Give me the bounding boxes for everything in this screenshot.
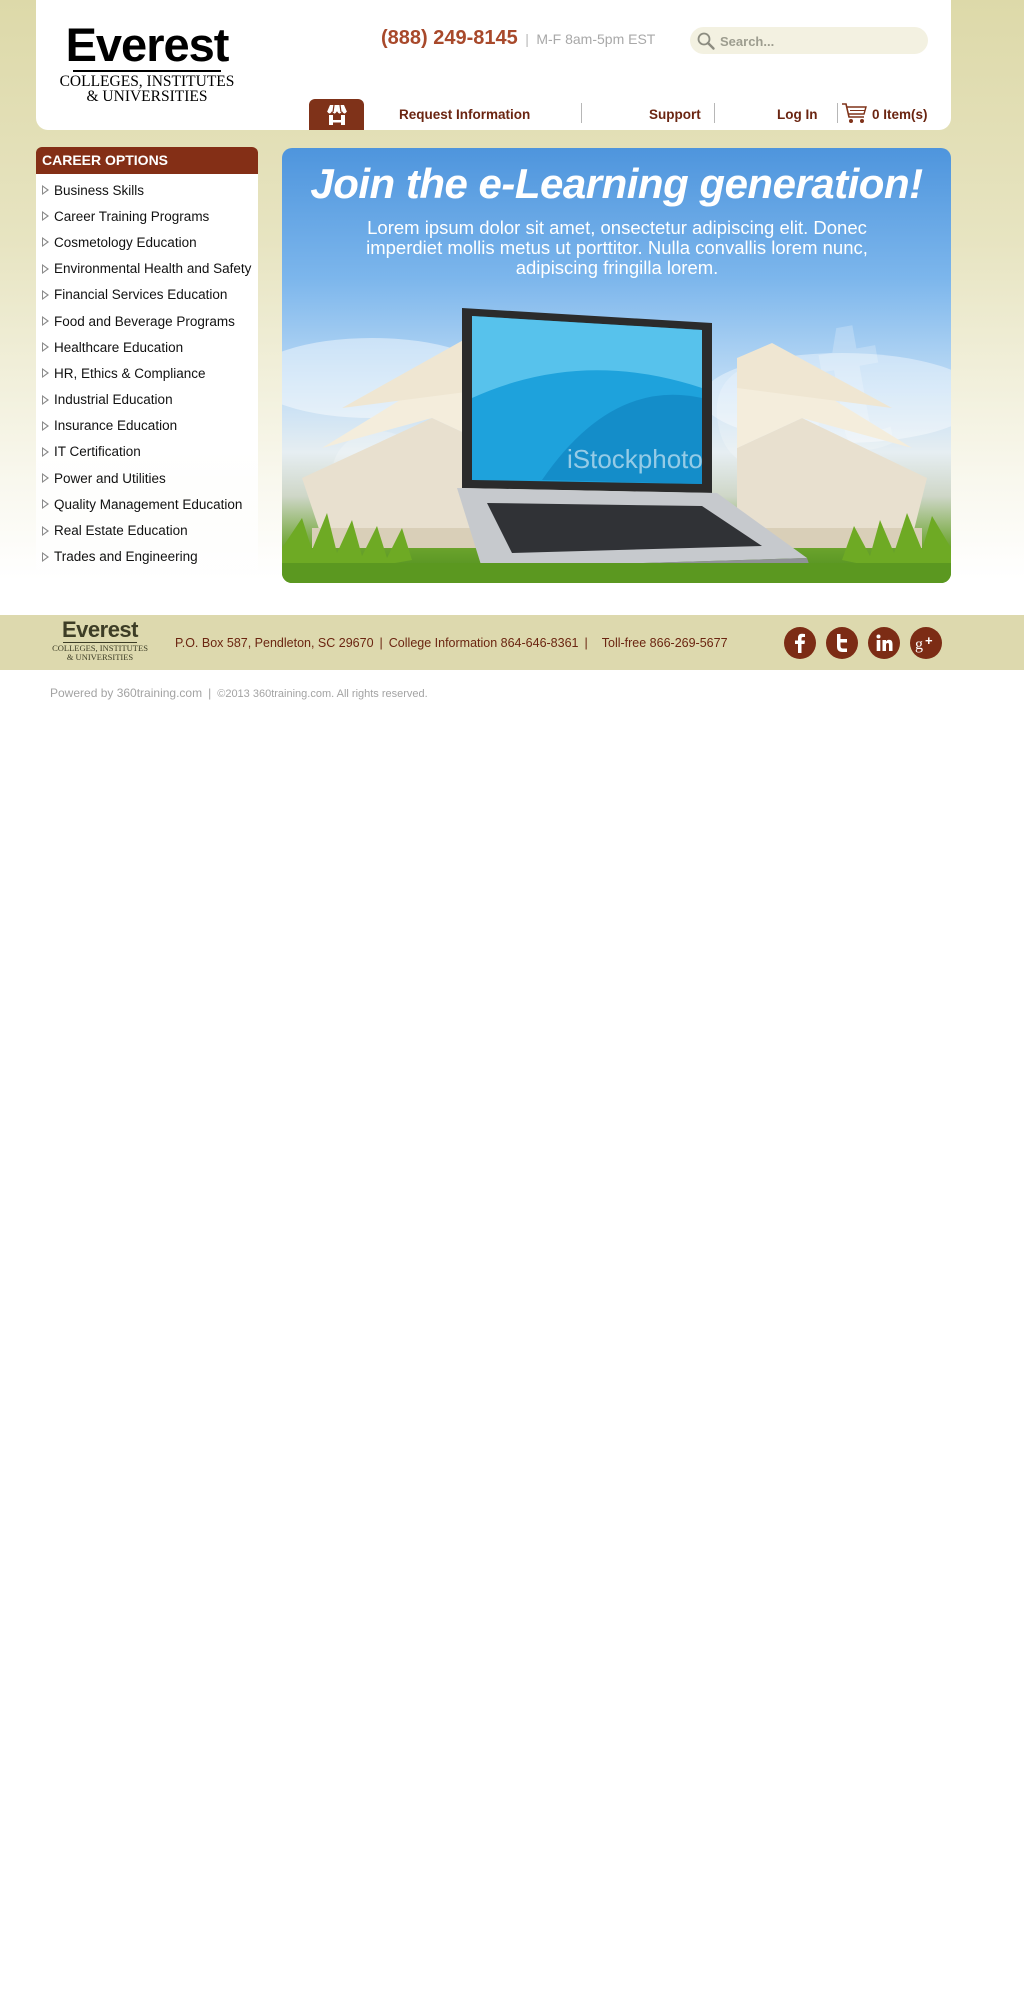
footer-separator: | <box>208 686 212 700</box>
nav-log-in[interactable]: Log In <box>777 107 818 122</box>
sidebar-item-food-beverage-programs[interactable]: Food and Beverage Programs <box>36 308 258 334</box>
sidebar-item-label: Real Estate Education <box>54 523 188 539</box>
twitter-icon <box>837 634 847 652</box>
sidebar-item-label: Insurance Education <box>54 418 178 434</box>
sidebar-item-quality-management-education[interactable]: Quality Management Education <box>36 491 258 517</box>
sidebar-title: CAREER OPTIONS <box>36 147 258 174</box>
sidebar-item-industrial-education[interactable]: Industrial Education <box>36 387 258 413</box>
sidebar-item-power-utilities[interactable]: Power and Utilities <box>36 465 258 491</box>
footer-separator: | <box>379 636 383 650</box>
sidebar-item-label: Career Training Programs <box>54 208 210 224</box>
sidebar-item-hr-ethics-compliance[interactable]: HR, Ethics & Compliance <box>36 360 258 386</box>
hero-banner[interactable]: e-spot iStockphoto Join the e-Learning g… <box>282 148 951 583</box>
sidebar-item-career-training-programs[interactable]: Career Training Programs <box>36 203 258 229</box>
triangle-right-icon <box>42 525 49 536</box>
watermark-text: iStockphoto <box>567 444 703 474</box>
triangle-right-icon <box>42 316 49 327</box>
phone-separator: | <box>525 31 529 47</box>
phone-hours: M-F 8am-5pm EST <box>536 31 656 47</box>
storefront-icon <box>326 104 348 125</box>
triangle-right-icon <box>42 551 49 562</box>
nav-divider <box>714 103 715 123</box>
search-box <box>690 27 928 54</box>
hero-description: Lorem ipsum dolor sit amet, onsectetur a… <box>366 217 868 278</box>
footer-address: P.O. Box 587, Pendleton, SC 29670 <box>175 636 374 650</box>
sidebar-item-trades-engineering[interactable]: Trades and Engineering <box>36 544 258 570</box>
copyright-text: ©2013 360training.com. All rights reserv… <box>217 688 428 700</box>
linkedin-icon <box>876 634 893 651</box>
main-nav: Request Information Support Log In 0 Ite… <box>309 99 951 130</box>
triangle-right-icon <box>42 473 49 484</box>
nav-divider <box>837 103 838 123</box>
search-icon[interactable] <box>696 31 716 51</box>
triangle-right-icon <box>42 263 49 274</box>
footer-tollfree: Toll-free 866-269-5677 <box>601 636 728 650</box>
cart-count: 0 Item(s) <box>872 107 928 122</box>
sidebar-item-label: Financial Services Education <box>54 287 228 303</box>
twitter-link[interactable] <box>826 627 858 659</box>
footer-college-info: College Information 864-646-8361 <box>388 636 579 650</box>
facebook-icon <box>795 633 805 653</box>
triangle-right-icon <box>42 394 49 405</box>
sidebar-item-label: Industrial Education <box>54 392 173 408</box>
footer-contact-info: P.O. Box 587, Pendleton, SC 29670 | Colleg… <box>175 636 728 650</box>
nav-request-information[interactable]: Request Information <box>399 107 530 122</box>
svg-text:g: g <box>915 636 923 653</box>
nav-support[interactable]: Support <box>649 107 701 122</box>
sidebar-item-real-estate-education[interactable]: Real Estate Education <box>36 517 258 543</box>
powered-by-line: Powered by 360training.com | ©2013 360trai… <box>50 686 428 700</box>
nav-divider <box>581 103 582 123</box>
triangle-right-icon <box>42 289 49 300</box>
google-plus-link[interactable]: g + <box>910 627 942 659</box>
powered-by-link[interactable]: Powered by 360training.com <box>50 686 202 700</box>
logo-subtitle-2: & UNIVERSITIES <box>86 88 208 105</box>
sidebar-item-healthcare-education[interactable]: Healthcare Education <box>36 334 258 360</box>
sidebar-item-environmental-health-safety[interactable]: Environmental Health and Safety <box>36 256 258 282</box>
triangle-right-icon <box>42 499 49 510</box>
logo-subtitle-1: COLLEGES, INSTITUTES <box>59 73 235 90</box>
triangle-right-icon <box>42 446 49 457</box>
phone-number[interactable]: (888) 249-8145 <box>381 27 518 49</box>
linkedin-link[interactable] <box>868 627 900 659</box>
sidebar-item-label: Trades and Engineering <box>54 549 198 565</box>
everest-logo[interactable]: Everest COLLEGES, INSTITUTES & UNIVERSIT… <box>54 18 240 105</box>
facebook-link[interactable] <box>784 627 816 659</box>
footer-logo-wordmark: Everest <box>61 617 139 642</box>
sidebar-item-label: Cosmetology Education <box>54 234 197 250</box>
google-plus-icon: g + <box>915 633 933 653</box>
laptop-books-image: e-spot iStockphoto <box>282 275 951 583</box>
triangle-right-icon <box>42 211 49 222</box>
sidebar-item-business-skills[interactable]: Business Skills <box>36 177 258 203</box>
sidebar-item-label: Environmental Health and Safety <box>54 261 252 277</box>
triangle-right-icon <box>42 237 49 248</box>
footer-logo[interactable]: Everest COLLEGES, INSTITUTES & UNIVERSIT… <box>48 619 152 662</box>
sidebar-item-label: Food and Beverage Programs <box>54 313 235 329</box>
sidebar-item-label: HR, Ethics & Compliance <box>54 365 206 381</box>
home-tab[interactable] <box>309 99 364 130</box>
hero-title: Join the e-Learning generation! <box>310 160 923 207</box>
cart-icon <box>842 103 867 123</box>
sidebar-item-label: IT Certification <box>54 444 141 460</box>
triangle-right-icon <box>42 368 49 379</box>
search-input[interactable] <box>720 31 916 51</box>
career-options-list: Business Skills Career Training Programs… <box>36 174 258 570</box>
footer-logo-subtitle-2: & UNIVERSITIES <box>66 652 134 662</box>
triangle-right-icon <box>42 342 49 353</box>
career-options-sidebar: CAREER OPTIONS Business Skills Career Tr… <box>36 147 258 570</box>
sidebar-item-label: Quality Management Education <box>54 496 243 512</box>
phone-block: (888) 249-8145 | M-F 8am-5pm EST <box>381 27 655 50</box>
sidebar-item-label: Business Skills <box>54 182 145 198</box>
sidebar-item-insurance-education[interactable]: Insurance Education <box>36 413 258 439</box>
footer-separator: | <box>584 636 588 650</box>
logo-wordmark: Everest <box>65 18 230 71</box>
sidebar-item-cosmetology-education[interactable]: Cosmetology Education <box>36 229 258 255</box>
header: Everest COLLEGES, INSTITUTES & UNIVERSIT… <box>36 0 951 130</box>
svg-text:+: + <box>925 633 933 648</box>
sidebar-item-label: Healthcare Education <box>54 339 184 355</box>
sidebar-item-it-certification[interactable]: IT Certification <box>36 439 258 465</box>
sidebar-item-label: Power and Utilities <box>54 470 166 486</box>
triangle-right-icon <box>42 420 49 431</box>
triangle-right-icon <box>42 185 49 196</box>
sidebar-item-financial-services-education[interactable]: Financial Services Education <box>36 282 258 308</box>
